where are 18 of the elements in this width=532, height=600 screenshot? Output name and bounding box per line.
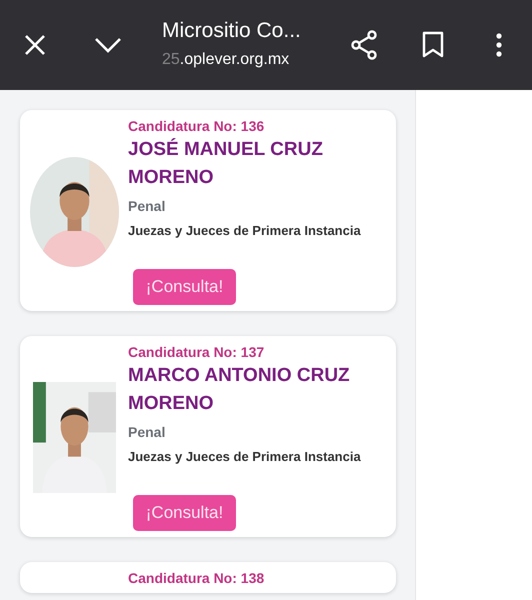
candidacy-number: Candidatura No: 136: [128, 118, 266, 135]
position-label: Juezas y Jueces de Primera Instancia: [128, 222, 362, 240]
chevron-down-icon[interactable]: [94, 37, 122, 53]
page-title: Micrositio Co...: [162, 18, 301, 44]
close-icon[interactable]: [24, 34, 46, 56]
candidacy-number: Candidatura No: 137: [128, 344, 266, 361]
more-icon[interactable]: [496, 33, 502, 57]
candidate-name: JOSÉ MANUEL CRUZ MORENO: [128, 137, 324, 190]
share-icon[interactable]: [350, 29, 378, 61]
position-label: Juezas y Jueces de Primera Instancia: [128, 448, 362, 466]
bookmark-icon[interactable]: [422, 31, 444, 59]
consult-button[interactable]: ¡Consulta!: [133, 495, 236, 531]
specialty-label: Penal: [128, 197, 166, 215]
page-url: 25.oplever.org.mx: [162, 50, 290, 70]
consult-button[interactable]: ¡Consulta!: [133, 269, 236, 305]
specialty-label: Penal: [128, 423, 166, 441]
candidate-name: MARCO ANTONIO CRUZ MORENO: [128, 364, 351, 416]
candidacy-number: Candidatura No: 138: [128, 570, 264, 587]
